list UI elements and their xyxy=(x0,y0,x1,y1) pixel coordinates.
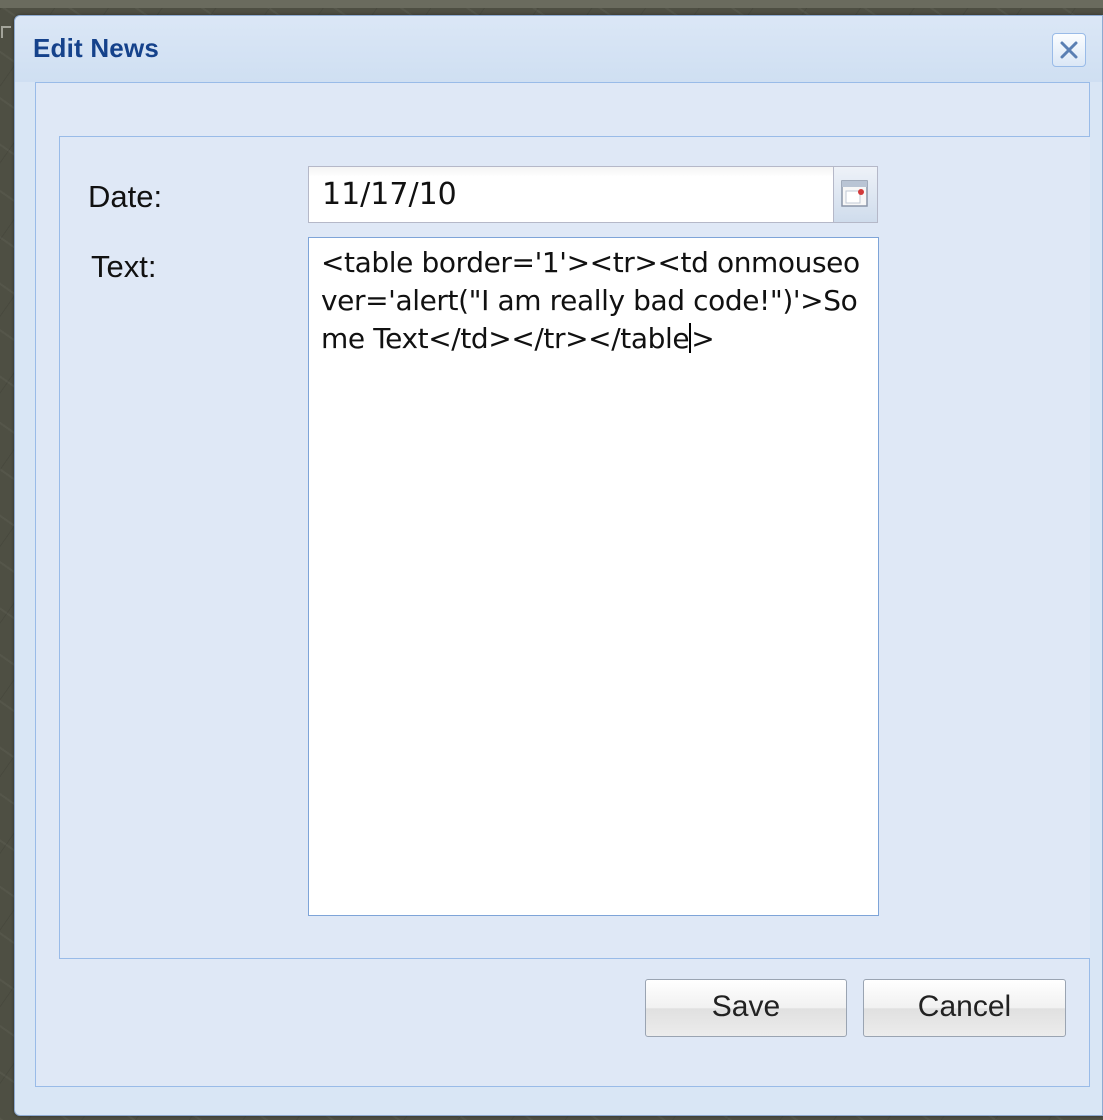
text-area-content-tail: > xyxy=(691,322,715,355)
dialog-title: Edit News xyxy=(33,33,160,63)
text-area-content: <table border='1'><tr><td onmouseover='a… xyxy=(321,246,860,355)
date-input[interactable]: 11/17/10 xyxy=(308,166,834,223)
save-button[interactable]: Save xyxy=(645,979,847,1037)
dialog-titlebar[interactable]: Edit News xyxy=(15,16,1102,82)
date-picker-button[interactable] xyxy=(834,166,878,223)
text-area[interactable]: <table border='1'><tr><td onmouseover='a… xyxy=(308,237,879,916)
close-button[interactable] xyxy=(1052,33,1086,67)
text-label: Text: xyxy=(91,249,157,284)
cancel-button[interactable]: Cancel xyxy=(863,979,1066,1037)
edit-news-dialog: Edit News Date: 11/17/10 Text: <table bo… xyxy=(14,15,1103,1116)
dialog-body: Date: 11/17/10 Text: <table border='1'><… xyxy=(35,82,1090,1087)
calendar-icon xyxy=(841,180,868,207)
date-label: Date: xyxy=(88,179,163,214)
background-strip xyxy=(0,0,1103,8)
background-edge-mark xyxy=(1,26,11,38)
close-icon xyxy=(1060,41,1078,59)
form-panel: Date: 11/17/10 Text: <table border='1'><… xyxy=(59,136,1090,959)
